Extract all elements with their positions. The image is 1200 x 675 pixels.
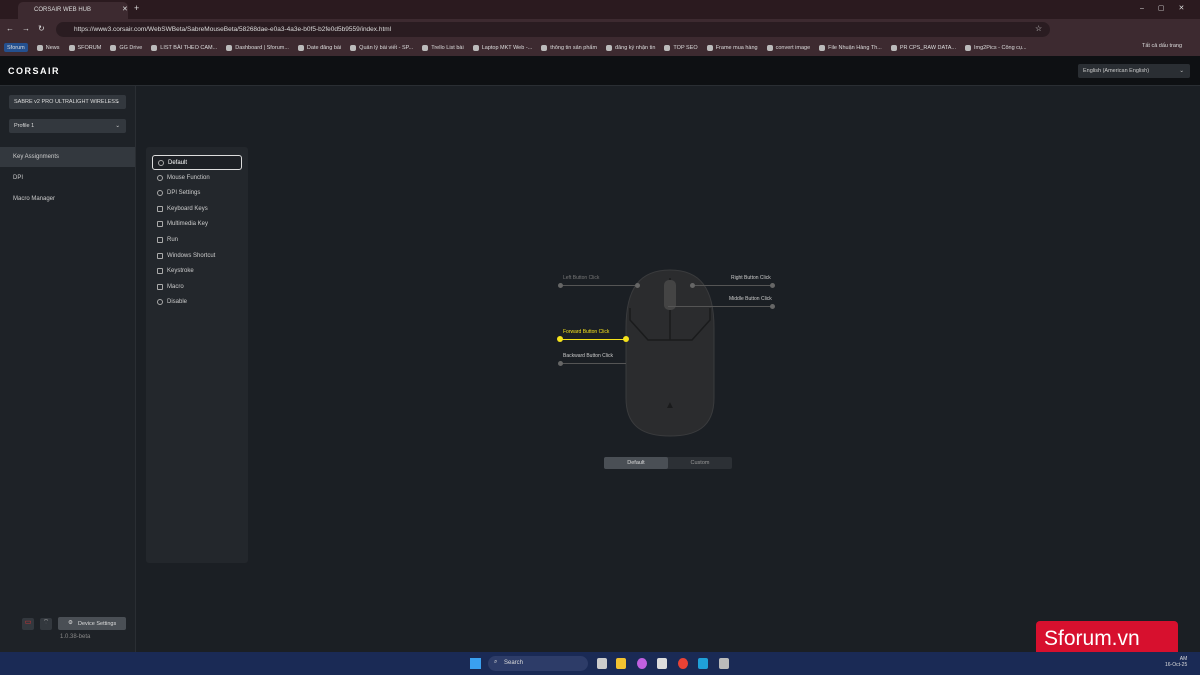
taskbar-search[interactable]: ⌕ Search: [488, 656, 588, 671]
bookmark[interactable]: Trello List bài: [422, 43, 464, 52]
forward-button-dot[interactable]: [623, 336, 629, 342]
bookmark[interactable]: TOP SEO: [664, 43, 698, 52]
language-select[interactable]: English (American English) ⌄: [1078, 64, 1190, 78]
forward-button-label[interactable]: Forward Button Click: [563, 329, 609, 335]
middle-button-label[interactable]: Middle Button Click: [729, 296, 772, 302]
bookmark[interactable]: thông tin sản phẩm: [541, 43, 597, 52]
menu-item-default[interactable]: Default: [152, 155, 242, 170]
keystroke-icon: [157, 268, 163, 274]
left-button-dot[interactable]: [558, 283, 563, 288]
bookmark[interactable]: convert image: [766, 43, 810, 52]
menu-item-keystroke[interactable]: Keystroke: [152, 264, 242, 279]
store-icon[interactable]: [657, 658, 667, 669]
keyboard-icon: [157, 206, 163, 212]
bookmark[interactable]: File Nhuận Hàng Th...: [819, 43, 882, 52]
middle-button-dot[interactable]: [770, 304, 775, 309]
file-explorer-icon[interactable]: [616, 658, 626, 669]
bookmark[interactable]: Date đăng bài: [297, 43, 341, 52]
backward-button-line: [560, 363, 626, 364]
copilot-icon[interactable]: [637, 658, 647, 669]
bookmark[interactable]: Dashboard | Sforum...: [226, 43, 289, 52]
all-bookmarks[interactable]: Tất cả dấu trang: [1142, 43, 1182, 49]
bookmarks-bar: Sforum News SFORUM GG Drive LIST BÀI THE…: [0, 39, 1200, 56]
forward-button-line: [560, 339, 626, 340]
chevron-down-icon: ⌄: [115, 99, 120, 105]
device-settings-button[interactable]: ⚙ Device Settings: [58, 617, 126, 630]
gauge-icon: [157, 190, 163, 196]
left-button-label[interactable]: Left Button Click: [563, 275, 599, 281]
new-tab-icon[interactable]: +: [134, 3, 139, 13]
menu-item-macro[interactable]: Macro: [152, 280, 242, 295]
backward-button-label[interactable]: Backward Button Click: [563, 353, 613, 359]
bookmark[interactable]: Quản lý bài viết - SP...: [350, 43, 413, 52]
right-button-dot[interactable]: [770, 283, 775, 288]
reset-icon: [158, 160, 164, 166]
toggle-custom[interactable]: Custom: [668, 457, 732, 469]
search-icon: ⌕: [494, 659, 498, 665]
profile-select[interactable]: Profile 1 ⌄: [9, 119, 126, 133]
bookmark[interactable]: Frame mua hàng: [706, 43, 758, 52]
bookmark[interactable]: đăng ký nhận tin: [606, 43, 655, 52]
bookmark[interactable]: LIST BÀI THEO CAM...: [151, 43, 217, 52]
corsair-logo: CORSAIR: [8, 66, 61, 76]
toggle-default[interactable]: Default: [604, 457, 668, 469]
forward-button-dot[interactable]: [557, 336, 563, 342]
bookmark[interactable]: Sforum: [4, 43, 28, 52]
menu-item-multimedia-key[interactable]: Multimedia Key: [152, 217, 242, 232]
right-button-label[interactable]: Right Button Click: [731, 275, 771, 281]
clock[interactable]: AM 16-Oct-25: [1165, 656, 1187, 668]
right-button-line: [692, 285, 773, 286]
window-controls[interactable]: –▢✕: [1140, 4, 1198, 12]
default-custom-toggle[interactable]: Default Custom: [604, 457, 732, 469]
chevron-down-icon: ⌄: [115, 123, 120, 129]
gear-icon: ⚙: [68, 619, 73, 626]
middle-button-line: [668, 306, 773, 307]
windows-start-icon[interactable]: [470, 658, 481, 669]
disable-icon: [157, 299, 163, 305]
sidebar-item-dpi[interactable]: DPI: [0, 168, 135, 188]
nav-buttons[interactable]: ←→↻: [6, 24, 53, 33]
menu-item-run[interactable]: Run: [152, 233, 242, 248]
app-header: [0, 56, 1200, 86]
version-text: 1.0.38-beta: [60, 634, 91, 640]
menu-item-keyboard-keys[interactable]: Keyboard Keys: [152, 202, 242, 217]
sidebar-item-key-assignments[interactable]: Key Assignments: [0, 147, 135, 167]
menu-item-dpi-settings[interactable]: DPI Settings: [152, 186, 242, 201]
window-icon: [157, 237, 163, 243]
play-icon: [157, 221, 163, 227]
menu-item-windows-shortcut[interactable]: Windows Shortcut: [152, 249, 242, 264]
chrome-icon[interactable]: [678, 658, 688, 669]
bookmark[interactable]: PR CPS_RAW DATA...: [890, 43, 956, 52]
edge-icon[interactable]: [698, 658, 708, 669]
bookmark[interactable]: Img2Pics - Công cụ...: [964, 43, 1027, 52]
bookmark[interactable]: GG Drive: [110, 43, 142, 52]
right-button-dot[interactable]: [690, 283, 695, 288]
svg-text:▲: ▲: [665, 400, 675, 411]
bookmark[interactable]: News: [36, 43, 60, 52]
battery-icon: ▭: [22, 618, 34, 630]
menu-item-disable[interactable]: Disable: [152, 295, 242, 310]
browser-tab-bar: [0, 0, 1200, 19]
sidebar-item-macro-manager[interactable]: Macro Manager: [0, 189, 135, 209]
task-view-icon[interactable]: [597, 658, 607, 669]
app-icon[interactable]: [719, 658, 729, 669]
wireless-icon: ⌔: [40, 618, 52, 630]
mouse-image: ▲: [625, 269, 715, 437]
mouse-icon: [157, 175, 163, 181]
chevron-down-icon: ⌄: [1179, 68, 1184, 74]
url-input[interactable]: https://www3.corsair.com/WebSWBeta/Sabre…: [56, 22, 1050, 37]
bookmark[interactable]: Laptop MKT Web -...: [472, 43, 532, 52]
star-icon[interactable]: ☆: [1035, 24, 1042, 33]
device-select[interactable]: SABRE v2 PRO ULTRALIGHT WIRELESS ⌄: [9, 95, 126, 109]
close-tab-icon[interactable]: ✕: [122, 5, 128, 13]
browser-tab[interactable]: CORSAIR WEB HUB: [18, 2, 128, 19]
shortcut-icon: [157, 253, 163, 259]
menu-item-mouse-function[interactable]: Mouse Function: [152, 171, 242, 186]
backward-button-dot[interactable]: [558, 361, 563, 366]
left-button-dot[interactable]: [635, 283, 640, 288]
bookmark[interactable]: SFORUM: [68, 43, 101, 52]
list-icon: [157, 284, 163, 290]
left-button-line: [560, 285, 638, 286]
